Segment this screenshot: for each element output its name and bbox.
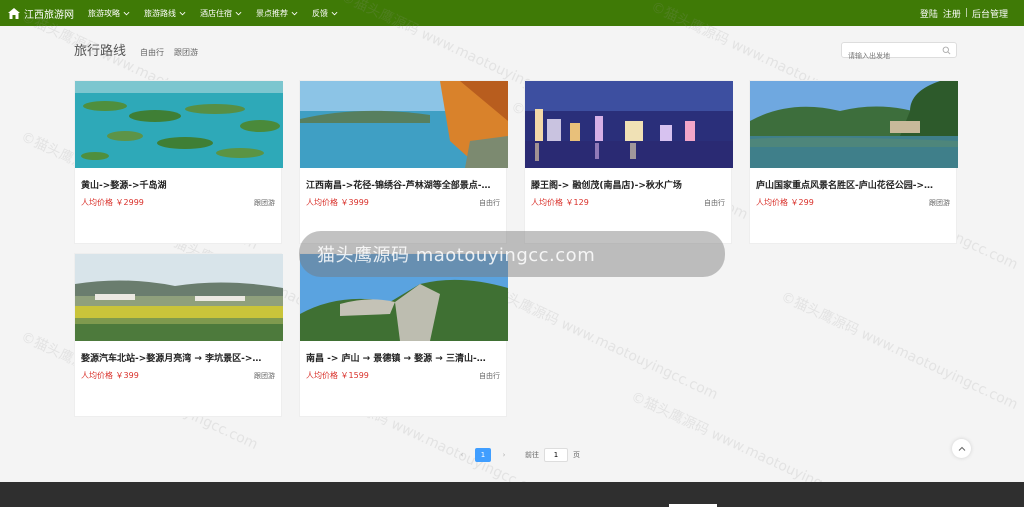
route-title: 庐山国家重点风景名胜区-庐山花径公园->… (756, 181, 934, 191)
nav-item-label: 景点推荐 (256, 8, 288, 18)
route-type: 自由行 (479, 198, 500, 207)
route-title: 滕王阁-> 融创茂(南昌店)->秋水广场 (531, 181, 682, 191)
chevron-down-icon (123, 11, 130, 15)
page-suffix: 页 (573, 451, 580, 459)
route-meta: 人均价格 ￥129 自由行 (531, 197, 725, 208)
chevron-down-icon (291, 11, 298, 15)
nav-item-spots[interactable]: 景点推荐 (256, 8, 298, 19)
nav-item-routes[interactable]: 旅游路线 (144, 8, 186, 19)
route-price: 人均价格 ￥3999 (306, 198, 369, 207)
chevron-down-icon (179, 11, 186, 15)
route-card[interactable]: 江西南昌->花径-锦绣谷-芦林湖等全部景点-… 人均价格 ￥3999 自由行 (299, 80, 508, 244)
route-meta: 人均价格 ￥299 跟团游 (756, 197, 950, 208)
route-card[interactable]: 婺源汽车北站->婺源月亮湾 → 李坑景区->… 人均价格 ￥399 跟团游 (74, 253, 283, 417)
admin-link[interactable]: 后台管理 (972, 7, 1008, 20)
watermark: ©猫头鹰源码 www.maotouyingcc.com (478, 278, 721, 403)
nav-item-hotels[interactable]: 酒店住宿 (200, 8, 242, 19)
watermark: ©猫头鹰源码 www.maotouyingcc.com (778, 288, 1021, 413)
chevron-down-icon (235, 11, 242, 15)
route-title: 黄山->婺源->千岛湖 (81, 181, 167, 191)
route-title: 江西南昌->花径-锦绣谷-芦林湖等全部景点-… (306, 181, 491, 191)
route-card[interactable]: 南昌 -> 庐山 → 景德镇 → 婺源 → 三清山-… 人均价格 ￥1599 自… (299, 253, 508, 417)
chevron-down-icon (331, 11, 338, 15)
arrow-up-icon (958, 446, 965, 451)
page-title: 旅行路线 (74, 44, 127, 59)
nav-item-label: 反馈 (312, 8, 328, 18)
goto-page-input[interactable] (544, 448, 568, 462)
pagination: ‹ 1 › 前往 页 (455, 448, 580, 462)
route-meta: 人均价格 ￥2999 跟团游 (81, 197, 275, 208)
route-title: 婺源汽车北站->婺源月亮湾 → 李坑景区->… (81, 354, 262, 364)
route-type: 自由行 (704, 198, 725, 207)
route-image (300, 81, 508, 168)
route-type: 跟团游 (254, 371, 275, 380)
route-image (75, 81, 283, 168)
search-input[interactable] (842, 49, 938, 63)
nav-item-feedback[interactable]: 反馈 (312, 8, 338, 19)
chevron-right-icon[interactable]: › (497, 448, 511, 462)
route-price: 人均价格 ￥299 (756, 198, 814, 207)
route-price: 人均价格 ￥1599 (306, 371, 369, 380)
route-card[interactable]: 滕王阁-> 融创茂(南昌店)->秋水广场 人均价格 ￥129 自由行 (524, 80, 733, 244)
watermark-toast: 猫头鹰源码 maotouyingcc.com (299, 231, 725, 277)
main-nav: 旅游攻略 旅游路线 酒店住宿 景点推荐 反馈 (88, 8, 352, 19)
footer (0, 482, 1024, 507)
route-price: 人均价格 ￥399 (81, 371, 139, 380)
search-box (841, 42, 957, 63)
route-title: 南昌 -> 庐山 → 景德镇 → 婺源 → 三清山-… (306, 354, 486, 364)
login-link[interactable]: 登陆 (920, 7, 938, 20)
brand[interactable]: 江西旅游网 (8, 6, 88, 21)
separator: | (964, 8, 968, 18)
route-image (525, 81, 733, 168)
nav-item-label: 旅游路线 (144, 8, 176, 18)
home-icon (8, 7, 20, 19)
route-meta: 人均价格 ￥3999 自由行 (306, 197, 500, 208)
chevron-left-icon[interactable]: ‹ (455, 448, 469, 462)
filter-group-tour[interactable]: 跟团游 (174, 47, 198, 58)
page-header: 旅行路线 自由行 跟团游 (74, 40, 208, 59)
page-number-active[interactable]: 1 (475, 448, 491, 462)
back-to-top-button[interactable] (952, 439, 971, 458)
route-image (750, 81, 958, 168)
nav-item-guides[interactable]: 旅游攻略 (88, 8, 130, 19)
nav-item-label: 旅游攻略 (88, 8, 120, 18)
search-icon[interactable] (942, 46, 951, 55)
route-price: 人均价格 ￥2999 (81, 198, 144, 207)
route-type: 跟团游 (929, 198, 950, 207)
route-meta: 人均价格 ￥399 跟团游 (81, 370, 275, 381)
goto-label: 前往 (525, 451, 539, 459)
account-links: 登陆 注册 | 后台管理 (920, 0, 1008, 26)
top-navbar: 江西旅游网 旅游攻略 旅游路线 酒店住宿 景点推荐 反馈 登陆 注册 | 后台管… (0, 0, 1024, 26)
register-link[interactable]: 注册 (943, 7, 961, 20)
route-meta: 人均价格 ￥1599 自由行 (306, 370, 500, 381)
route-type: 跟团游 (254, 198, 275, 207)
nav-item-label: 酒店住宿 (200, 8, 232, 18)
route-image (75, 254, 283, 341)
route-price: 人均价格 ￥129 (531, 198, 589, 207)
route-card[interactable]: 黄山->婺源->千岛湖 人均价格 ￥2999 跟团游 (74, 80, 283, 244)
filter-free-travel[interactable]: 自由行 (140, 47, 164, 58)
route-type: 自由行 (479, 371, 500, 380)
route-card[interactable]: 庐山国家重点风景名胜区-庐山花径公园->… 人均价格 ￥299 跟团游 (749, 80, 958, 244)
brand-name: 江西旅游网 (24, 9, 74, 21)
